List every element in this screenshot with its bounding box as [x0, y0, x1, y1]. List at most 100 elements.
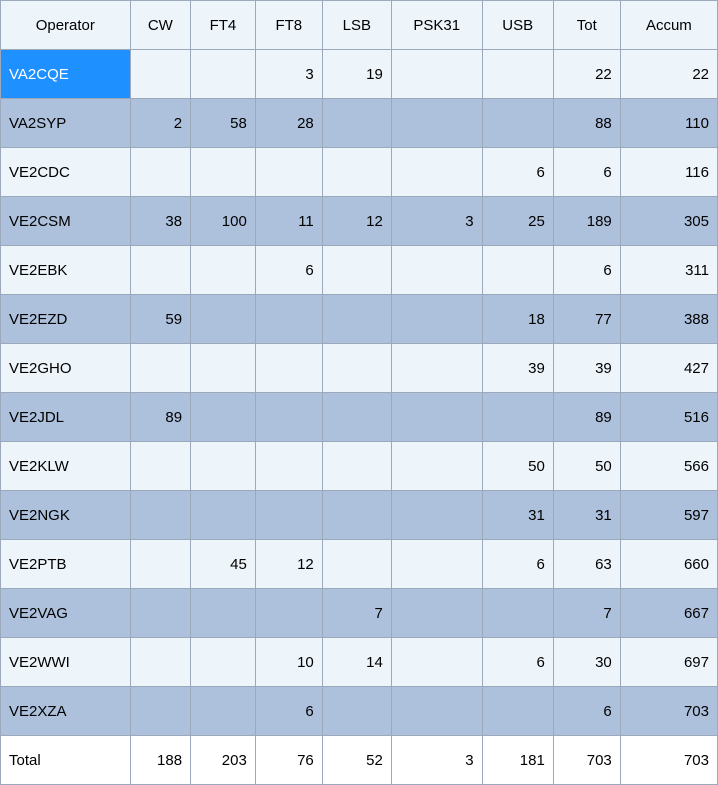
data-cell[interactable]	[391, 246, 482, 295]
data-cell[interactable]	[322, 540, 391, 589]
data-cell[interactable]	[322, 246, 391, 295]
data-cell[interactable]: 597	[620, 491, 717, 540]
data-cell[interactable]	[255, 491, 322, 540]
data-cell[interactable]: 39	[553, 344, 620, 393]
data-cell[interactable]	[255, 344, 322, 393]
operator-cell[interactable]: VE2KLW	[1, 442, 131, 491]
operator-cell[interactable]: VE2GHO	[1, 344, 131, 393]
data-cell[interactable]: 14	[322, 638, 391, 687]
operator-cell[interactable]: VE2CDC	[1, 148, 131, 197]
col-header-usb[interactable]: USB	[482, 1, 553, 50]
table-row[interactable]: VE2GHO3939427	[1, 344, 718, 393]
operator-cell[interactable]: VE2JDL	[1, 393, 131, 442]
operator-cell[interactable]: VE2XZA	[1, 687, 131, 736]
data-cell[interactable]: 11	[255, 197, 322, 246]
data-cell[interactable]	[191, 687, 256, 736]
data-cell[interactable]: 388	[620, 295, 717, 344]
data-cell[interactable]	[255, 148, 322, 197]
data-cell[interactable]: 38	[130, 197, 190, 246]
data-cell[interactable]: 7	[322, 589, 391, 638]
operator-cell[interactable]: VE2WWI	[1, 638, 131, 687]
data-cell[interactable]: 110	[620, 99, 717, 148]
data-cell[interactable]	[130, 344, 190, 393]
data-cell[interactable]	[482, 687, 553, 736]
data-cell[interactable]: 39	[482, 344, 553, 393]
data-cell[interactable]: 89	[553, 393, 620, 442]
data-cell[interactable]: 7	[553, 589, 620, 638]
data-cell[interactable]	[130, 687, 190, 736]
data-cell[interactable]: 697	[620, 638, 717, 687]
table-row[interactable]: VE2PTB4512663660	[1, 540, 718, 589]
data-cell[interactable]	[391, 393, 482, 442]
data-cell[interactable]	[191, 344, 256, 393]
data-cell[interactable]	[391, 491, 482, 540]
data-cell[interactable]	[391, 344, 482, 393]
data-cell[interactable]	[191, 491, 256, 540]
data-cell[interactable]	[322, 393, 391, 442]
data-cell[interactable]: 311	[620, 246, 717, 295]
table-row[interactable]: VE2NGK3131597	[1, 491, 718, 540]
data-cell[interactable]	[482, 393, 553, 442]
data-cell[interactable]: 45	[191, 540, 256, 589]
data-cell[interactable]	[130, 638, 190, 687]
table-row[interactable]: VE2EBK66311	[1, 246, 718, 295]
data-cell[interactable]	[322, 295, 391, 344]
data-cell[interactable]	[391, 540, 482, 589]
data-cell[interactable]	[482, 99, 553, 148]
data-cell[interactable]	[391, 589, 482, 638]
table-row[interactable]: VE2CSM381001112325189305	[1, 197, 718, 246]
data-cell[interactable]	[191, 393, 256, 442]
data-cell[interactable]	[255, 393, 322, 442]
data-cell[interactable]: 77	[553, 295, 620, 344]
col-header-accum[interactable]: Accum	[620, 1, 717, 50]
data-cell[interactable]	[191, 246, 256, 295]
data-cell[interactable]	[255, 589, 322, 638]
data-cell[interactable]	[191, 638, 256, 687]
table-row[interactable]: VA2SYP2582888110	[1, 99, 718, 148]
operator-cell[interactable]: VA2SYP	[1, 99, 131, 148]
operator-cell[interactable]: VE2VAG	[1, 589, 131, 638]
table-row[interactable]: VE2VAG77667	[1, 589, 718, 638]
data-cell[interactable]: 31	[553, 491, 620, 540]
data-cell[interactable]	[322, 148, 391, 197]
data-cell[interactable]: 58	[191, 99, 256, 148]
col-header-ft8[interactable]: FT8	[255, 1, 322, 50]
data-cell[interactable]	[130, 442, 190, 491]
data-cell[interactable]	[130, 589, 190, 638]
table-row[interactable]: VE2XZA66703	[1, 687, 718, 736]
data-cell[interactable]: 6	[255, 246, 322, 295]
data-cell[interactable]: 31	[482, 491, 553, 540]
data-cell[interactable]: 6	[482, 540, 553, 589]
data-cell[interactable]: 703	[620, 687, 717, 736]
data-cell[interactable]	[482, 246, 553, 295]
data-cell[interactable]	[255, 442, 322, 491]
data-cell[interactable]: 516	[620, 393, 717, 442]
table-row[interactable]: VE2EZD591877388	[1, 295, 718, 344]
data-cell[interactable]: 88	[553, 99, 620, 148]
data-cell[interactable]: 566	[620, 442, 717, 491]
data-cell[interactable]	[130, 50, 190, 99]
col-header-operator[interactable]: Operator	[1, 1, 131, 50]
data-cell[interactable]: 50	[482, 442, 553, 491]
data-cell[interactable]	[130, 246, 190, 295]
data-cell[interactable]: 22	[553, 50, 620, 99]
data-cell[interactable]: 6	[255, 687, 322, 736]
data-cell[interactable]: 25	[482, 197, 553, 246]
data-cell[interactable]	[322, 687, 391, 736]
data-cell[interactable]: 18	[482, 295, 553, 344]
data-cell[interactable]	[322, 99, 391, 148]
data-cell[interactable]: 30	[553, 638, 620, 687]
data-cell[interactable]	[130, 540, 190, 589]
table-row[interactable]: VE2WWI1014630697	[1, 638, 718, 687]
data-cell[interactable]: 6	[482, 148, 553, 197]
operator-cell[interactable]: VA2CQE	[1, 50, 131, 99]
data-cell[interactable]	[391, 99, 482, 148]
data-cell[interactable]: 89	[130, 393, 190, 442]
data-cell[interactable]	[191, 295, 256, 344]
table-row[interactable]: VE2CDC66116	[1, 148, 718, 197]
data-cell[interactable]: 6	[553, 687, 620, 736]
col-header-lsb[interactable]: LSB	[322, 1, 391, 50]
data-cell[interactable]	[191, 50, 256, 99]
data-cell[interactable]: 100	[191, 197, 256, 246]
data-cell[interactable]: 189	[553, 197, 620, 246]
